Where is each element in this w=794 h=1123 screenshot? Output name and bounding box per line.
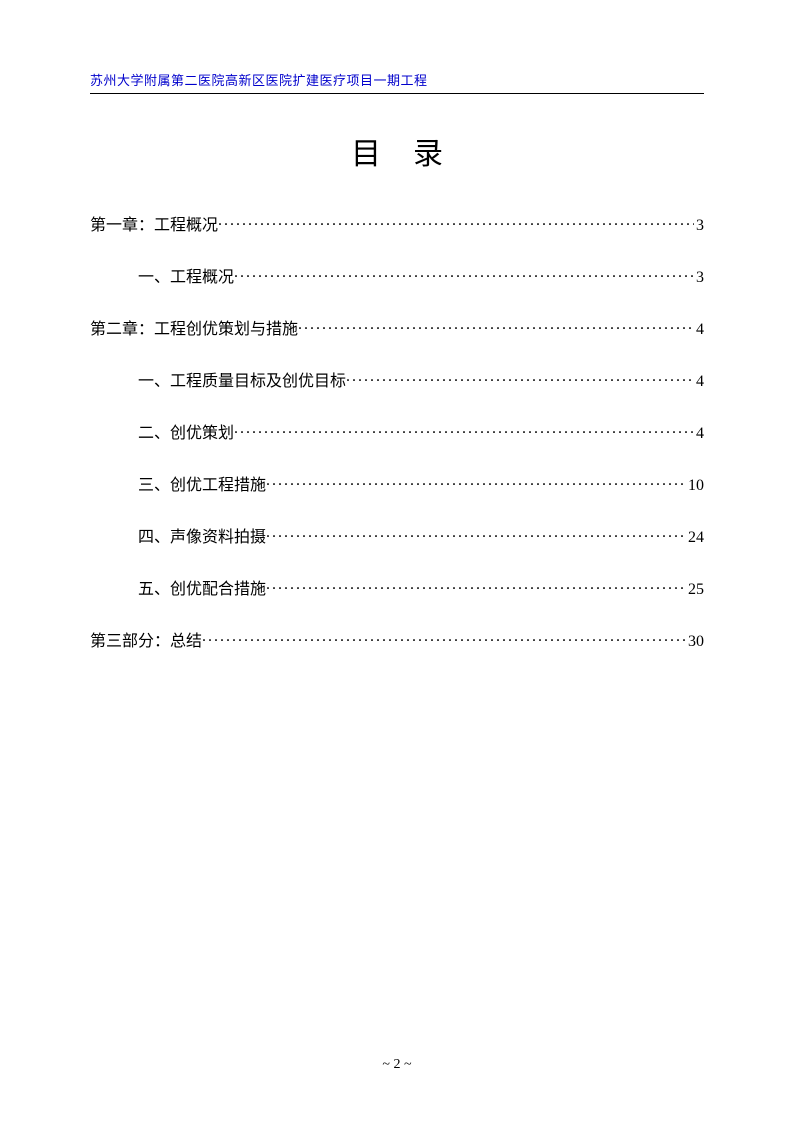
- toc-entry-page: 4: [694, 373, 704, 391]
- toc-entry-text: 四、声像资料拍摄: [138, 523, 266, 547]
- toc-dots: [266, 526, 686, 542]
- page-number: ~ 2 ~: [0, 1057, 794, 1073]
- toc-entry-page: 24: [686, 529, 704, 547]
- toc-entry-text: 一、工程概况: [138, 263, 234, 287]
- toc-dots: [298, 318, 694, 334]
- toc-entry-page: 4: [694, 321, 704, 339]
- toc-entry-text: 二、创优策划: [138, 419, 234, 443]
- toc-entry: 二、创优策划 4: [90, 419, 704, 443]
- toc-dots: [266, 474, 686, 490]
- toc-entry-page: 3: [694, 269, 704, 287]
- toc-entry-text: 第三部分：总结: [90, 627, 202, 651]
- toc-dots: [218, 214, 694, 230]
- toc-entry-text: 三、创优工程措施: [138, 471, 266, 495]
- toc-entry: 三、创优工程措施 10: [90, 471, 704, 495]
- toc-entry-page: 4: [694, 425, 704, 443]
- toc-entry: 一、工程概况 3: [90, 263, 704, 287]
- toc-entry-page: 25: [686, 581, 704, 599]
- toc-dots: [234, 422, 694, 438]
- toc-entry-text: 五、创优配合措施: [138, 575, 266, 599]
- toc-dots: [346, 370, 694, 386]
- toc-dots: [234, 266, 694, 282]
- toc-entry: 第二章：工程创优策划与措施 4: [90, 315, 704, 339]
- toc-entry-text: 第一章：工程概况: [90, 211, 218, 235]
- page-header: 苏州大学附属第二医院高新区医院扩建医疗项目一期工程: [90, 70, 704, 94]
- toc-entry: 第一章：工程概况 3: [90, 211, 704, 235]
- toc-entry-page: 10: [686, 477, 704, 495]
- toc-dots: [202, 630, 686, 646]
- toc-entry-page: 30: [686, 633, 704, 651]
- toc-entry-page: 3: [694, 217, 704, 235]
- toc-title: 目录: [90, 129, 704, 173]
- toc-entry-text: 一、工程质量目标及创优目标: [138, 367, 346, 391]
- toc-dots: [266, 578, 686, 594]
- toc-entry-text: 第二章：工程创优策划与措施: [90, 315, 298, 339]
- toc-entry: 第三部分：总结 30: [90, 627, 704, 651]
- toc-entry: 一、工程质量目标及创优目标 4: [90, 367, 704, 391]
- toc-entry: 五、创优配合措施 25: [90, 575, 704, 599]
- document-page: 苏州大学附属第二医院高新区医院扩建医疗项目一期工程 目录 第一章：工程概况 3 …: [0, 0, 794, 1123]
- toc-container: 第一章：工程概况 3 一、工程概况 3 第二章：工程创优策划与措施 4 一、工程…: [90, 211, 704, 651]
- toc-entry: 四、声像资料拍摄 24: [90, 523, 704, 547]
